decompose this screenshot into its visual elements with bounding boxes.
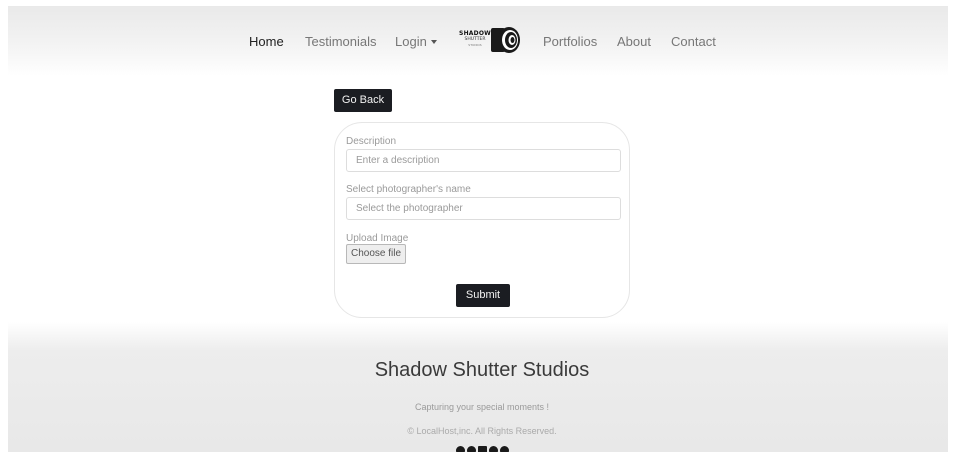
go-back-button[interactable]: Go Back xyxy=(334,89,392,112)
footer-copyright: © LocalHost,inc. All Rights Reserved. xyxy=(407,426,557,436)
instagram-icon[interactable] xyxy=(466,446,476,452)
social-links xyxy=(8,446,948,452)
page: Home Testimonials Login SHADOW SHUTTER S… xyxy=(8,6,948,452)
twitter-icon[interactable] xyxy=(488,446,498,452)
logo-text: SHADOW SHUTTER STUDIOS xyxy=(458,30,492,47)
youtube-icon[interactable] xyxy=(499,446,509,452)
footer: Shadow Shutter Studios Capturing your sp… xyxy=(8,322,948,452)
footer-title: Shadow Shutter Studios xyxy=(374,359,590,381)
brand-logo[interactable]: SHADOW SHUTTER STUDIOS xyxy=(458,24,522,60)
camera-lens-icon xyxy=(491,27,520,53)
nav-contact[interactable]: Contact xyxy=(671,34,716,49)
upload-image-label: Upload Image xyxy=(346,233,409,244)
nav-testimonials[interactable]: Testimonials xyxy=(305,34,377,49)
nav-about[interactable]: About xyxy=(617,34,651,49)
logo-line-1: SHADOW xyxy=(459,30,491,37)
upload-form-card: Description Enter a description Select p… xyxy=(334,122,630,318)
choose-file-button[interactable]: Choose file xyxy=(346,244,407,264)
nav-login-label: Login xyxy=(395,34,427,49)
logo-line-3: STUDIOS xyxy=(468,43,482,47)
square-icon[interactable] xyxy=(477,446,487,452)
nav-login[interactable]: Login xyxy=(395,34,437,49)
submit-button[interactable]: Submit xyxy=(456,284,510,307)
description-label: Description xyxy=(346,136,397,147)
photographer-select[interactable]: Select the photographer xyxy=(346,197,621,220)
footer-tagline: Capturing your special moments ! xyxy=(414,402,550,412)
description-input[interactable]: Enter a description xyxy=(346,149,621,172)
nav-portfolios[interactable]: Portfolios xyxy=(543,34,597,49)
navbar: Home Testimonials Login SHADOW SHUTTER S… xyxy=(8,6,948,76)
caret-down-icon xyxy=(430,40,437,44)
photographer-label: Select photographer's name xyxy=(346,184,471,195)
facebook-icon[interactable] xyxy=(455,446,465,452)
nav-home[interactable]: Home xyxy=(249,34,284,49)
